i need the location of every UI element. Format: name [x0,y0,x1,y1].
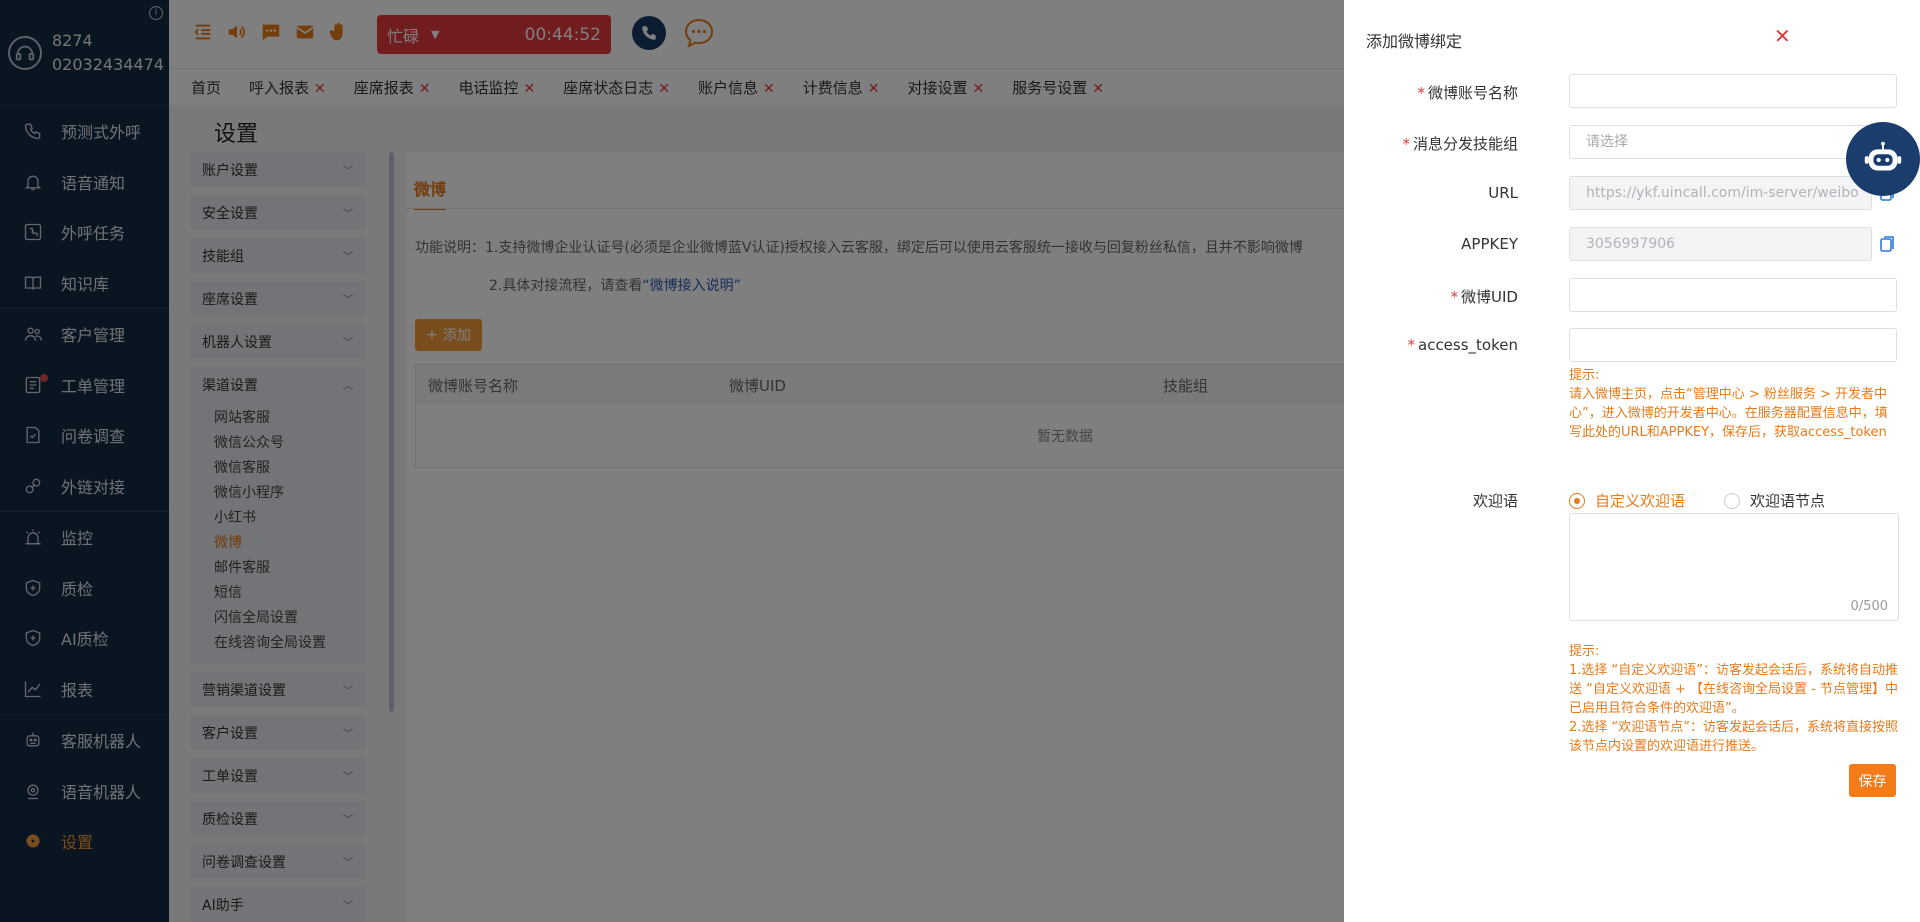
radio-label: 自定义欢迎语 [1595,492,1686,510]
required-mark: * [1402,135,1410,153]
hint-title: 提示: [1569,644,1600,659]
welcome-hint: 提示: 1.选择 “自定义欢迎语”：访客发起会话后，系统将自动推送 “自定义欢迎… [1569,642,1899,756]
field-label: 消息分发技能组 [1412,135,1518,153]
modal-overlay[interactable] [0,0,1344,922]
required-mark: * [1407,336,1416,354]
drawer-title: 添加微博绑定 [1366,32,1463,51]
field-label: 微博UID [1461,288,1518,306]
close-icon[interactable]: ✕ [1774,24,1791,48]
radio-welcome-node[interactable]: 欢迎语节点 [1724,490,1825,511]
field-label: 欢迎语 [1472,492,1518,510]
copy-icon[interactable] [1878,235,1896,253]
hint-body: 请入微博主页，点击“管理中心 > 粉丝服务 > 开发者中心”，进入微博的开发者中… [1569,387,1888,440]
account-name-input[interactable] [1569,74,1897,108]
uid-input[interactable] [1569,278,1897,312]
welcome-textarea[interactable]: 0/500 [1569,513,1899,621]
hint-line: 1.选择 “自定义欢迎语”：访客发起会话后，系统将自动推送 “自定义欢迎语 + … [1569,663,1899,716]
field-account-name: * 微博账号名称 [1344,74,1920,110]
add-weibo-drawer: 添加微博绑定 ✕ * 微博账号名称 * 消息分发技能组 请选择 URL https:… [1344,0,1920,922]
field-appkey: APPKEY 3056997906 [1344,227,1920,263]
radio-dot [1569,492,1585,509]
field-label: 微博账号名称 [1427,84,1518,102]
save-button[interactable]: 保存 [1849,764,1896,797]
field-url: URL https://ykf.uincall.com/im-server/we… [1344,176,1920,212]
radio-custom-welcome[interactable]: 自定义欢迎语 [1569,490,1685,511]
field-label: URL [1488,184,1518,202]
hint-title: 提示: [1569,368,1600,383]
field-uid: * 微博UID [1344,278,1920,314]
required-mark: * [1450,288,1459,306]
field-label: APPKEY [1461,235,1518,253]
field-skill-group: * 消息分发技能组 请选择 [1344,125,1920,161]
required-mark: * [1417,84,1425,102]
hint-line: 2.选择 “欢迎语节点”：访客发起会话后，系统将直接按照该节点内设置的欢迎语进行… [1569,720,1899,754]
radio-dot [1724,492,1740,509]
radio-label: 欢迎语节点 [1750,492,1826,510]
appkey-input: 3056997906 [1569,227,1872,261]
chatbot-button[interactable] [1846,122,1920,196]
access-token-input[interactable] [1569,328,1897,362]
field-label: access_token [1418,336,1518,354]
url-input: https://ykf.uincall.com/im-server/weibo [1569,176,1872,210]
token-hint: 提示: 请入微博主页，点击“管理中心 > 粉丝服务 > 开发者中心”，进入微博的… [1569,366,1899,442]
robot-icon [1864,141,1902,171]
char-counter: 0/500 [1850,599,1888,614]
field-access-token: * access_token [1344,328,1920,364]
